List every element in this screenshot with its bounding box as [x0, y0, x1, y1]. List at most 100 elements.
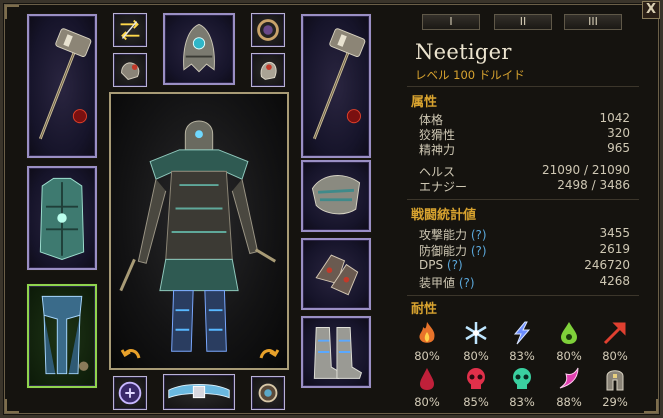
resistance-value: 80%: [414, 349, 440, 363]
attribute-row: ヘルス 21090 / 21090: [419, 163, 630, 179]
swap-arrows-icon: [120, 19, 140, 41]
combat-row: DPS (?) 246720: [419, 258, 630, 273]
helmet-icon: [183, 23, 215, 73]
off-hand-slot[interactable]: [301, 14, 371, 158]
lightning-icon: [513, 321, 531, 345]
attribute-value: 320: [607, 126, 630, 140]
resistance-pierce[interactable]: 80%: [598, 320, 632, 364]
divider: [407, 86, 639, 87]
resistance-value: 83%: [509, 349, 535, 363]
combat-value: 3455: [599, 226, 630, 240]
tab-set-3[interactable]: III: [564, 14, 622, 30]
tab-set-2[interactable]: II: [494, 14, 552, 30]
belt-icon: [168, 384, 230, 399]
character-name: Neetiger: [415, 40, 512, 64]
attribute-row: エナジー 2498 / 3486: [419, 178, 630, 194]
fire-icon: [419, 322, 435, 343]
combat-value: 4268: [599, 274, 630, 288]
resistance-lightning[interactable]: 83%: [505, 320, 539, 364]
shoulders-slot[interactable]: [301, 160, 371, 232]
combat-label: 防御能力: [419, 244, 468, 258]
medal-icon: [118, 381, 142, 405]
help-icon[interactable]: (?): [471, 228, 487, 242]
rotate-left-icon[interactable]: [119, 344, 143, 362]
belt-slot[interactable]: [163, 374, 235, 410]
resistance-value: 29%: [602, 395, 628, 409]
character-model: [119, 120, 277, 352]
resistance-value: 83%: [509, 395, 535, 409]
head-slot[interactable]: [163, 13, 235, 85]
frame-corner: [5, 5, 19, 19]
hands-slot[interactable]: [301, 238, 371, 310]
relic-slot[interactable]: [251, 376, 285, 410]
attribute-value: 1042: [599, 111, 630, 125]
resistance-value: 80%: [463, 349, 489, 363]
resistance-aether[interactable]: 83%: [505, 366, 539, 410]
poison-icon: [561, 322, 577, 344]
gauntlet-icon: [121, 62, 140, 80]
aether-icon: [513, 368, 531, 389]
ring-2-slot[interactable]: [251, 53, 285, 87]
legs-slot[interactable]: [27, 284, 97, 388]
frame-corner: [5, 399, 19, 413]
gloves-icon: [315, 254, 359, 296]
swap-weapons-button[interactable]: [113, 13, 147, 47]
resistance-poison[interactable]: 80%: [552, 320, 586, 364]
level-class-label: レベル 100 ドルイド: [415, 68, 525, 82]
resistance-vitality[interactable]: 85%: [459, 366, 493, 410]
chaos-icon: [559, 367, 579, 389]
vitality-icon: [467, 368, 485, 389]
combat-value: 2619: [599, 242, 630, 256]
divider: [407, 199, 639, 200]
cold-icon: [465, 322, 487, 344]
resistance-value: 88%: [556, 395, 582, 409]
ring-1-slot[interactable]: [113, 53, 147, 87]
tab-set-1[interactable]: I: [422, 14, 480, 30]
close-button[interactable]: X: [642, 1, 660, 19]
resistances-heading: 耐性: [411, 302, 438, 317]
medal-slot[interactable]: [113, 376, 147, 410]
main-hand-slot[interactable]: [27, 14, 97, 158]
weapon-set-tabs: I II III: [414, 10, 634, 34]
chest-slot[interactable]: [27, 166, 97, 270]
hammer-icon: [38, 28, 92, 140]
amulet-icon: [257, 19, 279, 41]
attributes-heading: 属性: [411, 95, 438, 110]
resistance-chaos[interactable]: 88%: [552, 366, 586, 410]
stun-icon: [606, 370, 624, 391]
combat-row: 攻撃能力 (?) 3455: [419, 226, 630, 242]
boots-icon: [313, 327, 363, 379]
resistance-value: 85%: [463, 395, 489, 409]
combat-value: 246720: [584, 258, 630, 272]
frame-corner: [644, 399, 658, 413]
feet-slot[interactable]: [301, 316, 371, 388]
help-icon[interactable]: (?): [471, 244, 487, 258]
pierce-icon: [603, 322, 626, 345]
combat-stats-heading: 戦闘統計値: [411, 208, 477, 223]
combat-label: DPS: [419, 258, 444, 272]
help-icon[interactable]: (?): [459, 276, 475, 290]
amulet-slot[interactable]: [251, 13, 285, 47]
combat-row: 防御能力 (?) 2619: [419, 242, 630, 258]
help-icon[interactable]: (?): [447, 258, 463, 272]
resistance-stun[interactable]: 29%: [598, 366, 632, 410]
attribute-value: 21090 / 21090: [541, 163, 630, 177]
combat-label: 装甲値: [419, 276, 456, 290]
resistance-cold[interactable]: 80%: [459, 320, 493, 364]
relic-icon: [258, 383, 278, 403]
attribute-label: 精神力: [419, 143, 456, 157]
attribute-value: 2498 / 3486: [557, 178, 630, 192]
gauntlet-icon: [260, 61, 277, 80]
attribute-row: 体格 1042: [419, 111, 630, 127]
attribute-row: 狡猾性 320: [419, 126, 630, 142]
resistance-bleeding[interactable]: 80%: [410, 366, 444, 410]
rotate-right-icon[interactable]: [257, 344, 281, 362]
resistance-value: 80%: [414, 395, 440, 409]
character-portrait: [109, 92, 289, 370]
combat-label: 攻撃能力: [419, 228, 468, 242]
resistance-fire[interactable]: 80%: [410, 320, 444, 364]
chest-armor-icon: [39, 177, 85, 260]
shoulders-icon: [311, 175, 361, 215]
hammer-icon: [312, 28, 366, 140]
resistance-value: 80%: [602, 349, 628, 363]
